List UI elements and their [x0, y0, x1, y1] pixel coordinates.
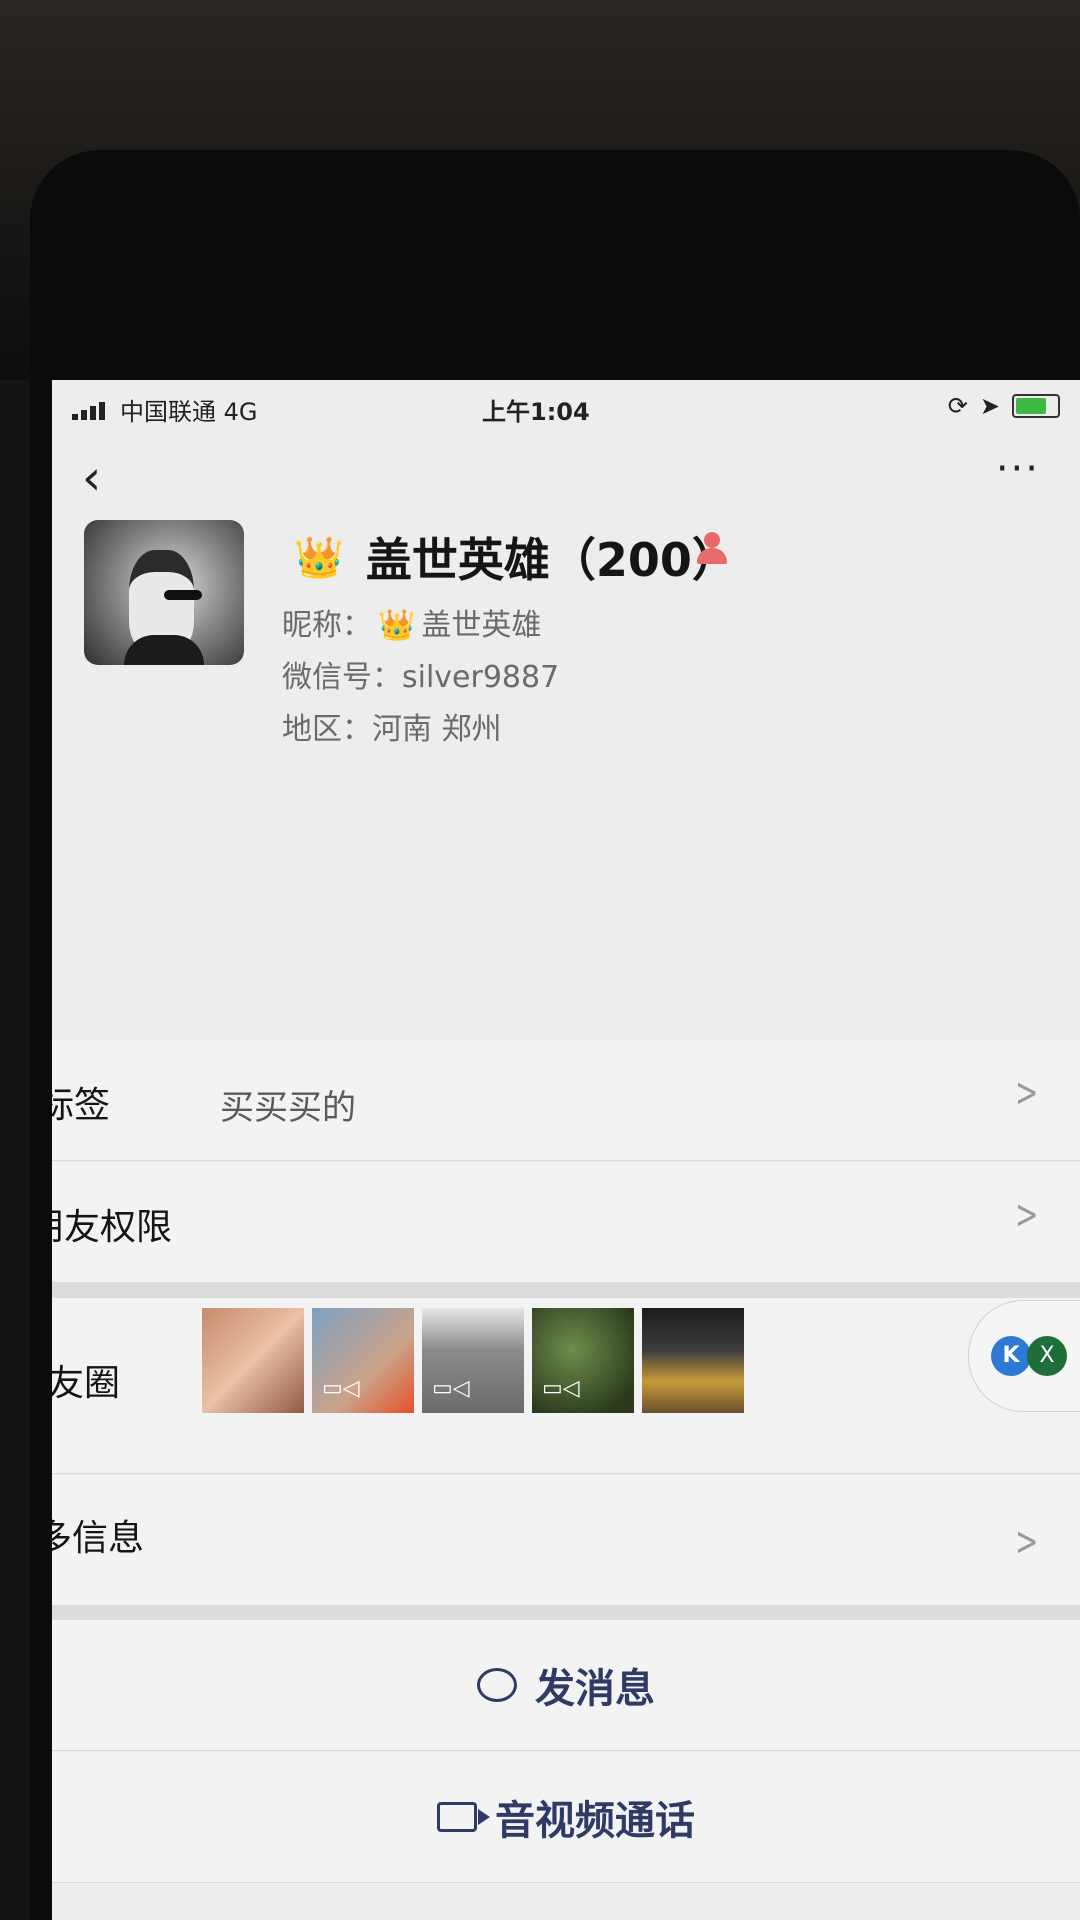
location-icon: ➤	[979, 392, 1000, 420]
crown-icon: 👑	[294, 534, 344, 581]
moments-row[interactable]: 朋友圈 ▭◁ ▭◁ ▭◁	[52, 1298, 1080, 1474]
back-button[interactable]: ‹	[82, 450, 101, 506]
moments-thumbnails: ▭◁ ▭◁ ▭◁	[202, 1308, 744, 1413]
status-icons: ⟳ ➤	[948, 392, 1060, 420]
wechat-id-row: 微信号：silver9887	[282, 652, 559, 696]
battery-icon	[1012, 394, 1060, 418]
nav-bar: ‹ ···	[52, 440, 1080, 520]
region-value: 河南 郑州	[372, 712, 502, 747]
tags-row[interactable]: 标签 买买买的 >	[52, 1040, 1080, 1161]
moments-thumbnail[interactable]	[202, 1308, 304, 1413]
nickname-label: 昵称：	[282, 608, 372, 643]
moments-thumbnail[interactable]	[642, 1308, 744, 1413]
video-icon: ▭◁	[432, 1376, 470, 1401]
chat-bubble-icon	[477, 1668, 517, 1702]
section-gap	[52, 1605, 1080, 1620]
nickname-row: 昵称： 👑 盖世英雄	[282, 600, 541, 644]
avatar[interactable]	[84, 520, 244, 665]
display-name: 盖世英雄（200）	[365, 533, 738, 587]
video-icon: ▭◁	[542, 1376, 580, 1401]
region-row: 地区：河南 郑州	[282, 704, 502, 748]
moments-thumbnail[interactable]: ▭◁	[532, 1308, 634, 1413]
signal-icon	[72, 400, 112, 420]
send-message-label: 发消息	[535, 1666, 655, 1712]
more-button[interactable]: ···	[996, 446, 1040, 492]
chevron-right-icon: >	[1015, 1519, 1039, 1565]
contact-icon	[692, 528, 732, 568]
moments-thumbnail[interactable]: ▭◁	[312, 1308, 414, 1413]
tags-value: 买买买的	[220, 1088, 356, 1128]
crown-icon-small: 👑	[378, 608, 416, 643]
wechat-id-value: silver9887	[402, 660, 560, 695]
wechat-id-label: 微信号：	[282, 660, 402, 695]
chevron-right-icon: >	[1015, 1192, 1039, 1238]
profile-header: 👑 盖世英雄（200） 昵称： 👑 盖世英雄 微信号：silver9887 地区：河…	[52, 520, 1080, 770]
nickname-value: 盖世英雄	[421, 608, 542, 643]
carrier-label: 中国联通 4G	[120, 398, 258, 426]
video-icon: ▭◁	[322, 1376, 360, 1401]
name-row: 👑 盖世英雄（200）	[294, 524, 738, 590]
avatar-glasses	[164, 590, 202, 600]
tags-label: 标签	[52, 1085, 111, 1126]
status-bar: 中国联通 4G 上午1:04 ⟳ ➤	[52, 380, 1080, 430]
friend-permission-label: 朋友权限	[52, 1207, 173, 1248]
chevron-right-icon: >	[1015, 1070, 1039, 1116]
send-message-button[interactable]: 发消息	[52, 1620, 1080, 1751]
section-gap	[52, 1282, 1080, 1298]
floating-widget[interactable]: K X	[968, 1300, 1080, 1412]
moments-thumbnail[interactable]: ▭◁	[422, 1308, 524, 1413]
more-info-label: 更多信息	[52, 1518, 145, 1559]
region-label: 地区：	[282, 712, 372, 747]
friend-permission-row[interactable]: 朋友权限 >	[52, 1162, 1080, 1283]
kk-icon[interactable]: K	[991, 1336, 1031, 1376]
moments-label: 朋友圈	[52, 1363, 121, 1404]
close-icon[interactable]: X	[1027, 1336, 1067, 1376]
rotation-lock-icon: ⟳	[947, 392, 968, 420]
screen: 中国联通 4G 上午1:04 ⟳ ➤ ‹ ··· 👑 盖世英雄（200） 昵称：…	[52, 380, 1080, 1920]
avatar-body	[124, 635, 204, 665]
video-call-button[interactable]: 音视频通话	[52, 1752, 1080, 1883]
video-call-label: 音视频通话	[495, 1798, 695, 1844]
video-camera-icon	[437, 1802, 490, 1832]
more-info-row[interactable]: 更多信息 >	[52, 1475, 1080, 1606]
status-time: 上午1:04	[482, 398, 590, 426]
